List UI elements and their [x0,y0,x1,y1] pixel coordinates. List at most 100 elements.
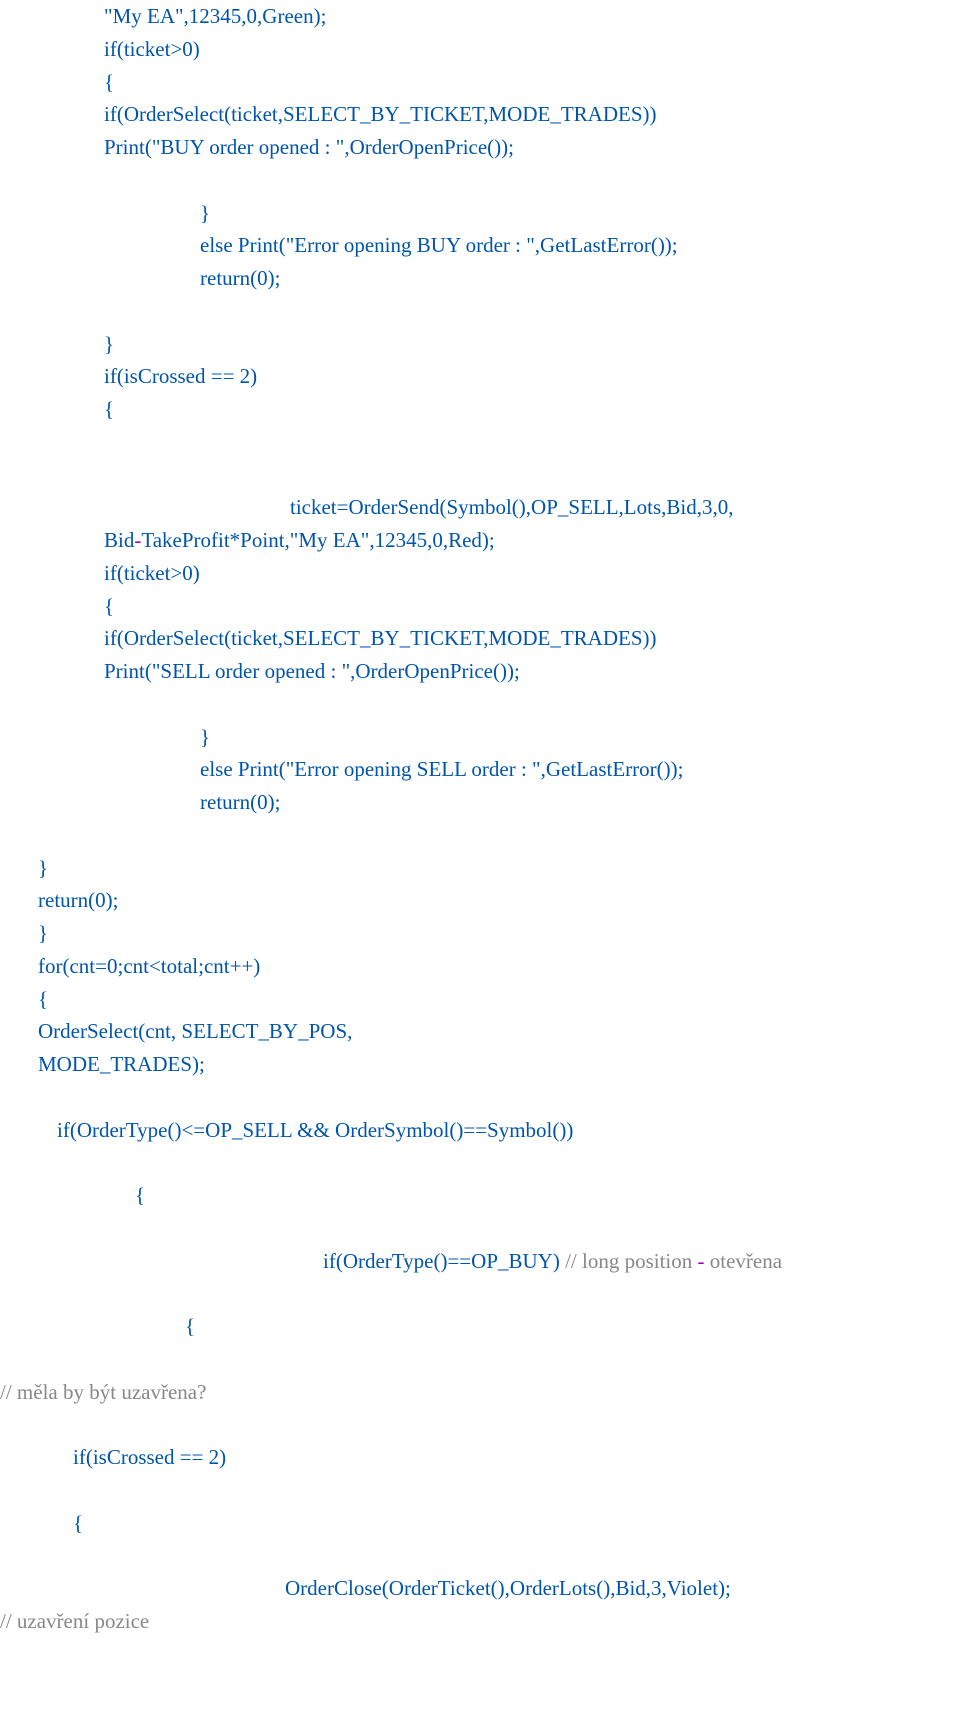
code-token [0,1347,5,1371]
code-token [0,1085,5,1109]
code-line: return(0); [0,884,960,917]
code-line: { [0,66,960,99]
code-line: if(ticket>0) [0,557,960,590]
code-line [0,1146,960,1179]
code-line: "My EA",12345,0,Green); [0,0,960,33]
code-line [0,295,960,328]
code-token: return(0); [38,888,118,912]
code-token [0,168,5,192]
code-token: ticket=OrderSend(Symbol(),OP_SELL,Lots,B… [290,495,733,519]
code-token: } [200,201,210,225]
code-token [0,1150,5,1174]
code-token: return(0); [200,266,280,290]
code-token: MODE_TRADES); [38,1052,205,1076]
code-token: "My EA",12345,0,Green); [104,4,326,28]
code-token [0,823,5,847]
code-line [0,1212,960,1245]
code-token: Print("SELL order opened : ",OrderOpenPr… [104,659,520,683]
code-token: if(OrderSelect(ticket,SELECT_BY_TICKET,M… [104,102,657,126]
code-line [0,1539,960,1572]
code-token: // měla by být uzavřena? [0,1380,206,1404]
code-line: return(0); [0,786,960,819]
code-line: { [0,1179,960,1212]
code-line [0,459,960,492]
code-token: { [73,1511,83,1535]
code-line: OrderClose(OrderTicket(),OrderLots(),Bid… [0,1572,960,1605]
code-token: else Print("Error opening BUY order : ",… [200,233,678,257]
code-token: { [185,1314,195,1338]
code-line: if(OrderType()==OP_BUY) // long position… [0,1245,960,1278]
code-token: OrderSelect(cnt, SELECT_BY_POS, [38,1019,352,1043]
code-token: if(ticket>0) [104,37,200,61]
code-token: { [135,1183,145,1207]
code-line: if(ticket>0) [0,33,960,66]
code-line: else Print("Error opening SELL order : "… [0,753,960,786]
code-line: if(OrderType()<=OP_SELL && OrderSymbol()… [0,1114,960,1147]
code-line: OrderSelect(cnt, SELECT_BY_POS, [0,1015,960,1048]
code-token: } [104,332,114,356]
code-line: else Print("Error opening BUY order : ",… [0,229,960,262]
code-token: if(OrderSelect(ticket,SELECT_BY_TICKET,M… [104,626,657,650]
code-line: } [0,197,960,230]
code-token: if(ticket>0) [104,561,200,585]
code-token [0,1478,5,1502]
code-token: otevřena [710,1249,782,1273]
code-token: if(isCrossed == 2) [104,364,257,388]
code-line: if(isCrossed == 2) [0,1441,960,1474]
code-line: if(OrderSelect(ticket,SELECT_BY_TICKET,M… [0,98,960,131]
code-line: } [0,721,960,754]
code-line [0,819,960,852]
code-token: return(0); [200,790,280,814]
code-line [0,1474,960,1507]
code-line: } [0,852,960,885]
code-line: if(OrderSelect(ticket,SELECT_BY_TICKET,M… [0,622,960,655]
code-token: TakeProfit*Point,"My EA",12345,0,Red); [141,528,494,552]
code-token: Print("BUY order opened : ",OrderOpenPri… [104,135,514,159]
code-token: { [104,397,114,421]
code-line: // uzavření pozice [0,1605,960,1638]
code-line [0,1277,960,1310]
code-line: MODE_TRADES); [0,1048,960,1081]
code-token: if(OrderType()<=OP_SELL && OrderSymbol()… [57,1118,573,1142]
code-token: if(OrderType()==OP_BUY) [323,1249,560,1273]
code-line: return(0); [0,262,960,295]
code-token [0,299,5,323]
code-token: for(cnt=0;cnt<total;cnt++) [38,954,260,978]
code-token: { [104,594,114,618]
code-token: Bid [104,528,134,552]
code-line: } [0,917,960,950]
code-line: { [0,590,960,623]
code-token [0,1412,5,1436]
code-line: ticket=OrderSend(Symbol(),OP_SELL,Lots,B… [0,491,960,524]
code-token [0,463,5,487]
code-token: - [698,1249,710,1273]
code-token [0,1543,5,1567]
code-token: // uzavření pozice [0,1609,149,1633]
code-line [0,1343,960,1376]
code-token: } [200,725,210,749]
code-token: { [104,70,114,94]
code-line [0,1081,960,1114]
code-line: for(cnt=0;cnt<total;cnt++) [0,950,960,983]
code-line [0,688,960,721]
code-token: { [38,987,48,1011]
code-token: // long position [560,1249,698,1273]
code-document: "My EA",12345,0,Green); if(ticket>0) { if(O… [0,0,960,1638]
code-line: Bid-TakeProfit*Point,"My EA",12345,0,Red… [0,524,960,557]
code-token: else Print("Error opening SELL order : "… [200,757,683,781]
code-line [0,164,960,197]
code-line: { [0,393,960,426]
code-token: if(isCrossed == 2) [73,1445,226,1469]
code-line [0,1408,960,1441]
code-token: } [38,921,48,945]
code-line: { [0,1310,960,1343]
code-line: Print("BUY order opened : ",OrderOpenPri… [0,131,960,164]
code-line: { [0,983,960,1016]
code-token: } [38,856,48,880]
code-token [0,430,5,454]
code-token [0,692,5,716]
code-token: OrderClose(OrderTicket(),OrderLots(),Bid… [285,1576,731,1600]
code-line: // měla by být uzavřena? [0,1376,960,1409]
code-line [0,426,960,459]
code-block: "My EA",12345,0,Green); if(ticket>0) { if(O… [0,0,960,1638]
